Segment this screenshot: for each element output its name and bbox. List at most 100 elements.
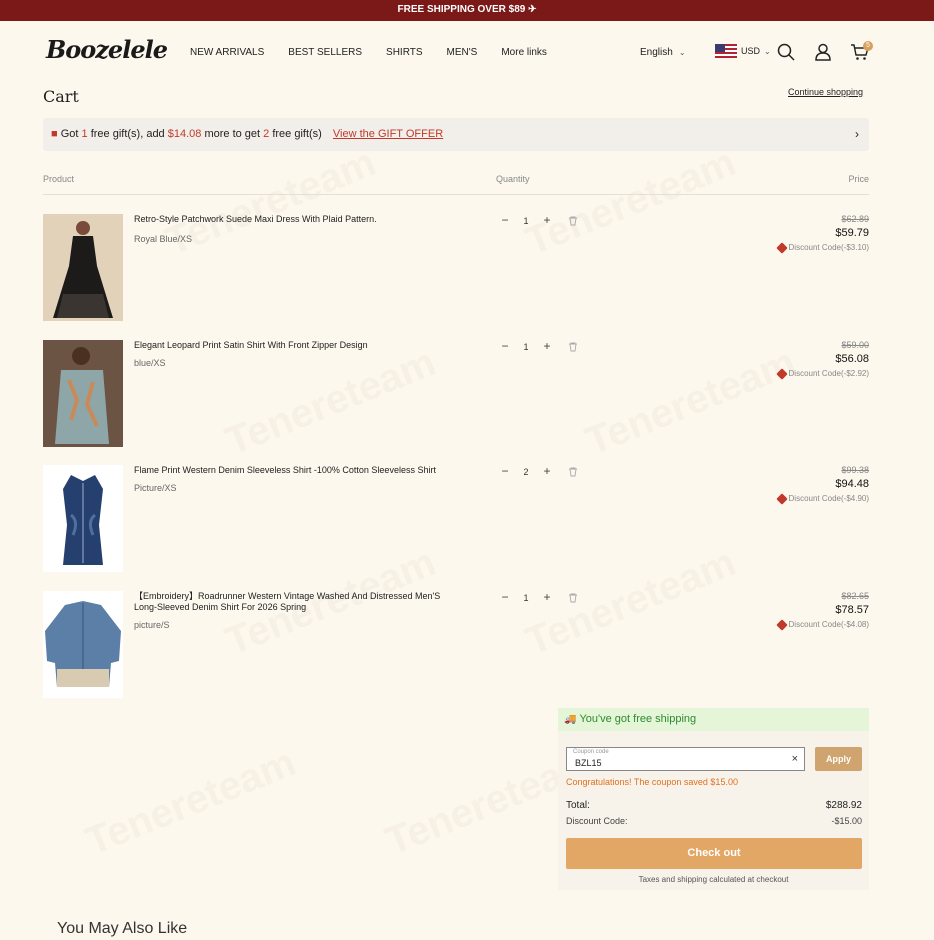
- language-label: English: [640, 47, 673, 58]
- account-icon[interactable]: [813, 42, 833, 62]
- product-image[interactable]: [43, 591, 123, 698]
- watermark: Tenereteam: [79, 740, 302, 864]
- discount-row: Discount Code: -$15.00: [566, 816, 862, 826]
- truck-icon: 🚚: [564, 714, 577, 725]
- discount-value: -$15.00: [831, 816, 862, 826]
- total-label: Total:: [566, 800, 590, 811]
- free-shipping-banner: 🚚 You've got free shipping: [558, 708, 869, 731]
- quantity-stepper: − 1 +: [498, 591, 578, 605]
- currency-selector[interactable]: USD ⌄: [715, 44, 771, 58]
- tag-icon: [775, 492, 788, 505]
- apply-coupon-button[interactable]: Apply: [815, 747, 862, 771]
- product-title[interactable]: 【Embroidery】Roadrunner Western Vintage W…: [134, 591, 464, 613]
- main-nav: NEW ARRIVALS BEST SELLERS SHIRTS MEN'S M…: [190, 47, 571, 58]
- tag-icon: [775, 367, 788, 380]
- decrease-quantity-button[interactable]: −: [498, 340, 512, 354]
- coupon-value[interactable]: BZL15: [575, 758, 602, 768]
- tag-icon: [775, 241, 788, 254]
- trash-icon[interactable]: [568, 342, 578, 352]
- search-icon[interactable]: [776, 42, 796, 62]
- announcement-bar: FREE SHIPPING OVER $89 ✈: [0, 0, 934, 21]
- nav-mens[interactable]: MEN'S: [447, 47, 478, 58]
- order-summary: 🚚 You've got free shipping Coupon code BZ…: [558, 708, 869, 890]
- us-flag-icon: [715, 44, 737, 58]
- quantity-value[interactable]: 2: [512, 467, 540, 477]
- increase-quantity-button[interactable]: +: [540, 465, 554, 479]
- quantity-stepper: − 1 +: [498, 340, 578, 354]
- quantity-value[interactable]: 1: [512, 216, 540, 226]
- product-variant: Royal Blue/XS: [134, 234, 193, 244]
- discount-label: Discount Code:: [566, 816, 628, 826]
- checkout-button[interactable]: Check out: [566, 838, 862, 869]
- trash-icon[interactable]: [568, 593, 578, 603]
- coupon-input[interactable]: Coupon code BZL15 ×: [566, 747, 805, 771]
- decrease-quantity-button[interactable]: −: [498, 591, 512, 605]
- cart-item: Retro-Style Patchwork Suede Maxi Dress W…: [43, 214, 869, 324]
- site-logo[interactable]: Boozelele: [46, 35, 168, 64]
- nav-new-arrivals[interactable]: NEW ARRIVALS: [190, 47, 264, 58]
- language-selector[interactable]: English ⌄: [640, 47, 686, 58]
- decrease-quantity-button[interactable]: −: [498, 465, 512, 479]
- gift-text: more to get: [201, 128, 264, 140]
- free-shipping-text: You've got free shipping: [579, 713, 697, 725]
- gift-text: free gift(s), add: [87, 128, 168, 140]
- decrease-quantity-button[interactable]: −: [498, 214, 512, 228]
- trash-icon[interactable]: [568, 216, 578, 226]
- recommendations-title: You May Also Like: [57, 920, 188, 937]
- sale-price: $94.48: [835, 478, 869, 490]
- chevron-down-icon: ⌄: [764, 46, 771, 56]
- product-variant: blue/XS: [134, 358, 166, 368]
- product-image[interactable]: [43, 214, 123, 321]
- coupon-success-message: Congratulations! The coupon saved $15.00: [566, 777, 738, 787]
- column-header-quantity: Quantity: [496, 174, 530, 184]
- product-variant: picture/S: [134, 620, 170, 630]
- discount-text: Discount Code(-$4.08): [788, 620, 869, 629]
- sale-price: $56.08: [835, 353, 869, 365]
- site-header: Boozelele NEW ARRIVALS BEST SELLERS SHIR…: [0, 21, 934, 85]
- product-title[interactable]: Flame Print Western Denim Sleeveless Shi…: [134, 465, 464, 476]
- gift-offer-link[interactable]: View the GIFT OFFER: [333, 128, 443, 140]
- discount-note: Discount Code(-$4.08): [775, 618, 869, 631]
- product-image[interactable]: [43, 465, 123, 572]
- tag-icon: [775, 618, 788, 631]
- original-price: $59.00: [841, 340, 869, 350]
- divider: [43, 194, 869, 195]
- currency-label: USD: [741, 46, 761, 56]
- chevron-right-icon[interactable]: ›: [855, 118, 859, 151]
- quantity-value[interactable]: 1: [512, 342, 540, 352]
- discount-note: Discount Code(-$3.10): [775, 241, 869, 254]
- gift-amount: $14.08: [167, 128, 202, 140]
- increase-quantity-button[interactable]: +: [540, 340, 554, 354]
- cart-item: Elegant Leopard Print Satin Shirt With F…: [43, 340, 869, 450]
- increase-quantity-button[interactable]: +: [540, 214, 554, 228]
- discount-text: Discount Code(-$3.10): [788, 243, 869, 252]
- discount-note: Discount Code(-$4.90): [775, 492, 869, 505]
- checkout-note: Taxes and shipping calculated at checkou…: [638, 875, 789, 884]
- nav-shirts[interactable]: SHIRTS: [386, 47, 423, 58]
- chevron-down-icon: ⌄: [678, 48, 686, 57]
- product-title[interactable]: Retro-Style Patchwork Suede Maxi Dress W…: [134, 214, 464, 225]
- quantity-value[interactable]: 1: [512, 593, 540, 603]
- gift-offer-bar[interactable]: ■ Got 1 free gift(s), add $14.08 more to…: [43, 118, 869, 151]
- column-header-product: Product: [43, 174, 75, 184]
- column-header-price: Price: [848, 174, 869, 184]
- product-image[interactable]: [43, 340, 123, 447]
- discount-text: Discount Code(-$4.90): [788, 494, 869, 503]
- increase-quantity-button[interactable]: +: [540, 591, 554, 605]
- quantity-stepper: − 2 +: [498, 465, 578, 479]
- quantity-stepper: − 1 +: [498, 214, 578, 228]
- discount-note: Discount Code(-$2.92): [775, 367, 869, 380]
- total-value: $288.92: [825, 800, 862, 811]
- sale-price: $59.79: [835, 227, 869, 239]
- clear-icon[interactable]: ×: [792, 753, 798, 765]
- gift-text: free gift(s): [269, 128, 322, 140]
- original-price: $62.89: [841, 214, 869, 224]
- continue-shopping-link[interactable]: Continue shopping: [788, 87, 863, 97]
- gift-text: Got: [60, 128, 82, 140]
- nav-more-links[interactable]: More links: [501, 47, 547, 58]
- nav-best-sellers[interactable]: BEST SELLERS: [288, 47, 362, 58]
- product-title[interactable]: Elegant Leopard Print Satin Shirt With F…: [134, 340, 464, 351]
- cart-item: Flame Print Western Denim Sleeveless Shi…: [43, 465, 869, 575]
- coupon-label: Coupon code: [573, 749, 609, 755]
- trash-icon[interactable]: [568, 467, 578, 477]
